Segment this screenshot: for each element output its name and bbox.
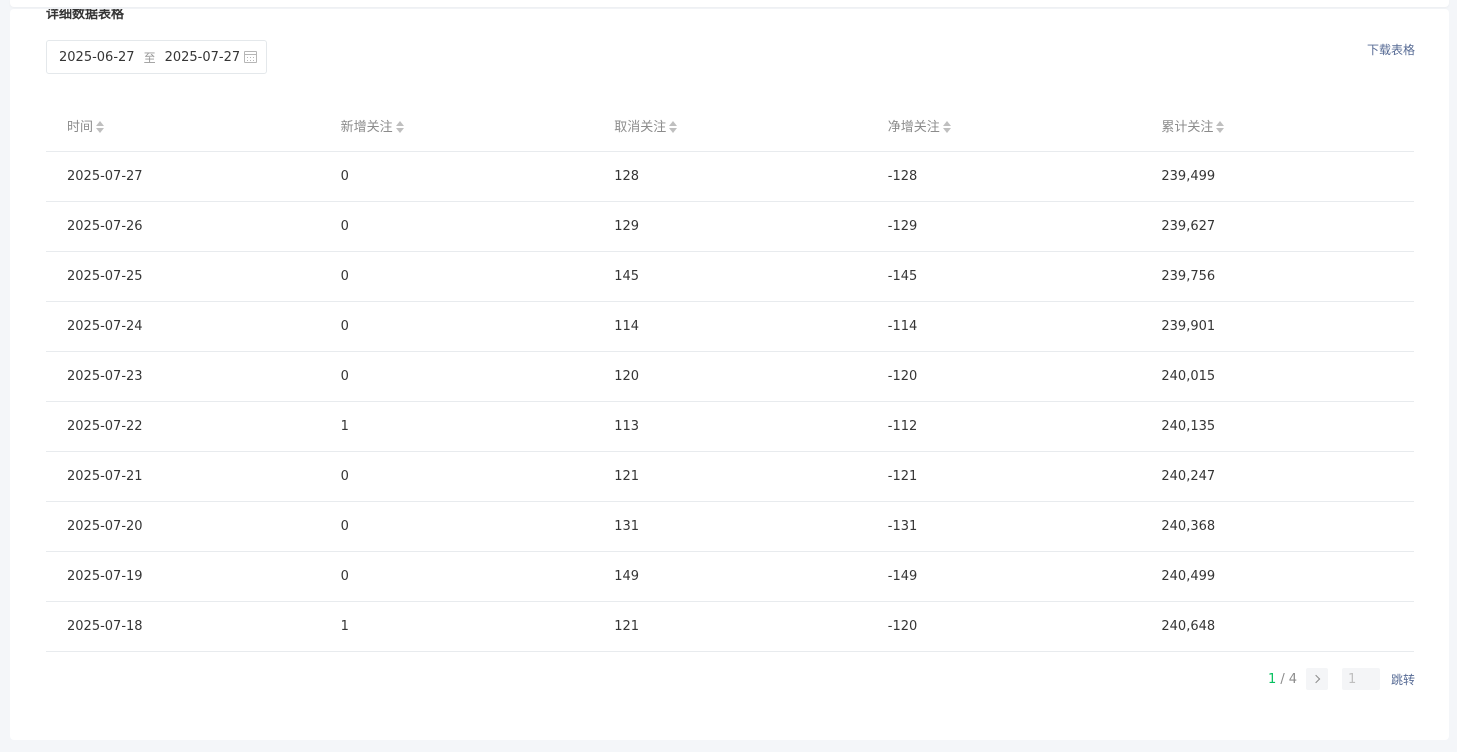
jump-button[interactable]: 跳转 [1391, 671, 1415, 688]
cell-unfollows: 129 [593, 200, 867, 251]
cell-time: 2025-07-27 [46, 150, 320, 201]
calendar-icon [244, 51, 257, 63]
cell-total-follows: 240,648 [1140, 600, 1414, 652]
sort-icon[interactable] [669, 120, 678, 135]
cell-net-follows: -121 [866, 450, 1141, 501]
sort-icon[interactable] [942, 120, 952, 135]
cell-time: 2025-07-18 [46, 600, 320, 652]
table-row: 2025-07-26 0 129 -129 239,627 [46, 200, 1414, 251]
table-body: 2025-07-27 0 128 -128 239,499 2025-07-26 0 129… [46, 150, 1414, 652]
cell-time: 2025-07-23 [46, 350, 320, 401]
column-header-label: 时间 [67, 120, 94, 136]
table-row: 2025-07-23 0 120 -120 240,015 [46, 350, 1414, 401]
table-row: 2025-07-24 0 114 -114 239,901 [46, 300, 1414, 351]
page-separator: / [1280, 671, 1285, 687]
column-header-time[interactable]: 时间 [46, 101, 320, 151]
cell-new-follows: 0 [319, 450, 594, 501]
cell-new-follows: 0 [319, 250, 594, 301]
cell-new-follows: 0 [319, 200, 594, 251]
cell-time: 2025-07-20 [46, 500, 320, 551]
cell-total-follows: 239,499 [1140, 150, 1414, 201]
cell-unfollows: 149 [593, 550, 867, 601]
date-separator: 至 [143, 50, 156, 65]
cell-total-follows: 239,627 [1140, 200, 1414, 251]
start-date: 2025-06-27 [59, 49, 135, 65]
cell-total-follows: 240,499 [1140, 550, 1414, 601]
cell-net-follows: -129 [866, 200, 1141, 251]
table-header-row: 时间 新增关注 取消关注 净增关注 累计关注 [46, 101, 1414, 151]
cell-new-follows: 0 [319, 500, 594, 551]
cell-total-follows: 240,247 [1140, 450, 1414, 501]
cell-unfollows: 128 [593, 150, 867, 201]
detail-data-card: 详细数据表格 2025-06-27 至 2025-07-27 下载表格 时间 新… [10, 9, 1449, 740]
table-row: 2025-07-19 0 149 -149 240,499 [46, 550, 1414, 601]
cell-time: 2025-07-21 [46, 450, 320, 501]
current-page: 1 [1268, 671, 1277, 687]
cell-new-follows: 0 [319, 150, 594, 201]
download-table-link[interactable]: 下载表格 [1367, 41, 1415, 58]
cell-total-follows: 239,901 [1140, 300, 1414, 351]
cell-time: 2025-07-22 [46, 400, 320, 451]
cell-net-follows: -114 [866, 300, 1141, 351]
cell-total-follows: 240,368 [1140, 500, 1414, 551]
column-header-label: 取消关注 [614, 120, 667, 136]
section-title: 详细数据表格 [46, 9, 125, 22]
cell-unfollows: 145 [593, 250, 867, 301]
table-row: 2025-07-20 0 131 -131 240,368 [46, 500, 1414, 551]
column-header-label: 新增关注 [340, 120, 393, 136]
next-page-button[interactable] [1305, 668, 1328, 690]
page-jump-input[interactable] [1341, 668, 1380, 690]
cell-net-follows: -131 [866, 500, 1141, 551]
column-header-label: 净增关注 [887, 120, 940, 136]
cell-unfollows: 113 [593, 400, 867, 451]
total-pages: 4 [1288, 671, 1297, 687]
cell-new-follows: 1 [319, 600, 594, 652]
cell-total-follows: 239,756 [1140, 250, 1414, 301]
cell-unfollows: 114 [593, 300, 867, 351]
cell-new-follows: 0 [319, 300, 594, 351]
table-row: 2025-07-27 0 128 -128 239,499 [46, 150, 1414, 201]
column-header-new-follows[interactable]: 新增关注 [320, 101, 594, 151]
cell-unfollows: 121 [593, 600, 867, 652]
data-table: 时间 新增关注 取消关注 净增关注 累计关注 2025-07-27 0 128 -12… [46, 101, 1414, 652]
cell-total-follows: 240,135 [1140, 400, 1414, 451]
cell-net-follows: -145 [866, 250, 1141, 301]
cell-time: 2025-07-19 [46, 550, 320, 601]
cell-time: 2025-07-24 [46, 300, 320, 351]
table-row: 2025-07-25 0 145 -145 239,756 [46, 250, 1414, 301]
column-header-net-follows[interactable]: 净增关注 [867, 101, 1141, 151]
cell-new-follows: 0 [319, 550, 594, 601]
cell-net-follows: -112 [866, 400, 1141, 451]
table-row: 2025-07-18 1 121 -120 240,648 [46, 600, 1414, 652]
cell-net-follows: -128 [866, 150, 1141, 201]
previous-card-bottom [10, 0, 1449, 7]
cell-unfollows: 120 [593, 350, 867, 401]
sort-icon[interactable] [96, 120, 105, 135]
table-row: 2025-07-21 0 121 -121 240,247 [46, 450, 1414, 501]
cell-new-follows: 1 [319, 400, 594, 451]
cell-time: 2025-07-26 [46, 200, 320, 251]
cell-net-follows: -149 [866, 550, 1141, 601]
cell-net-follows: -120 [866, 600, 1141, 652]
column-header-total-follows[interactable]: 累计关注 [1140, 101, 1414, 151]
sort-icon[interactable] [1216, 120, 1225, 135]
cell-net-follows: -120 [866, 350, 1141, 401]
cell-unfollows: 131 [593, 500, 867, 551]
end-date: 2025-07-27 [164, 49, 241, 65]
column-header-unfollows[interactable]: 取消关注 [593, 101, 867, 151]
cell-total-follows: 240,015 [1140, 350, 1414, 401]
pagination: 1 / 4 跳转 [1268, 668, 1415, 690]
date-range-picker[interactable]: 2025-06-27 至 2025-07-27 [46, 40, 267, 74]
column-header-label: 累计关注 [1161, 120, 1214, 136]
sort-icon[interactable] [395, 120, 405, 135]
table-row: 2025-07-22 1 113 -112 240,135 [46, 400, 1414, 451]
cell-new-follows: 0 [319, 350, 594, 401]
cell-time: 2025-07-25 [46, 250, 320, 301]
cell-unfollows: 121 [593, 450, 867, 501]
